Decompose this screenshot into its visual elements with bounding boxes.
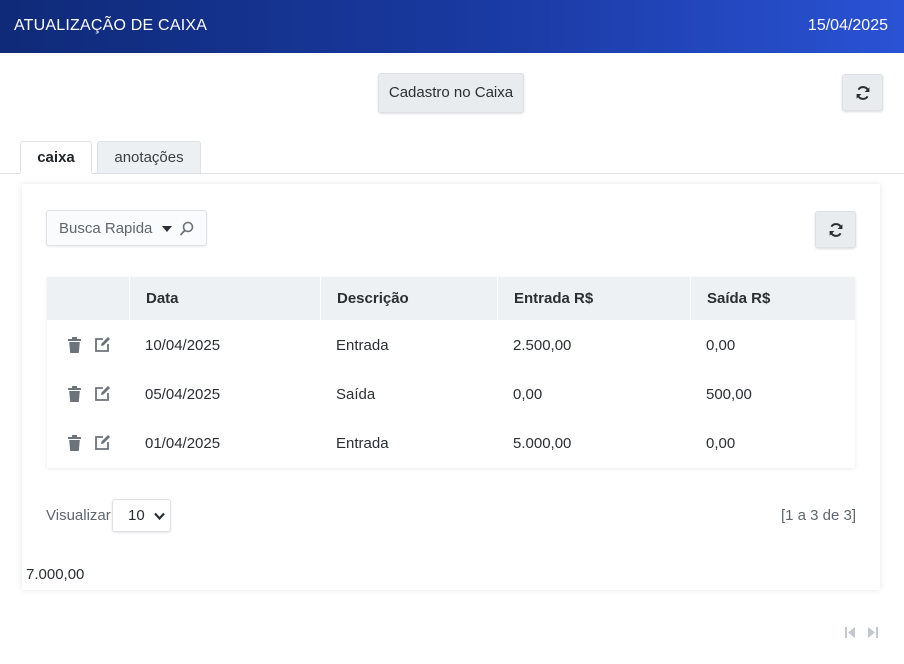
table-row: 10/04/2025 Entrada 2.500,00 0,00 — [47, 320, 855, 369]
refresh-button[interactable] — [842, 74, 883, 111]
column-header-data[interactable]: Data — [129, 277, 320, 320]
table-row: 05/04/2025 Saída 0,00 500,00 — [47, 369, 855, 418]
trash-icon[interactable] — [67, 386, 82, 403]
page-size-value: 10 — [128, 507, 145, 524]
edit-icon[interactable] — [94, 434, 111, 451]
trash-icon[interactable] — [67, 337, 82, 354]
chevron-down-icon — [154, 512, 165, 521]
table-header: Data Descrição Entrada R$ Saída R$ — [47, 277, 855, 320]
total-value: 7.000,00 — [26, 566, 85, 583]
pagination-info: [1 a 3 de 3] — [780, 507, 856, 524]
tab-anotacoes[interactable]: anotações — [97, 141, 201, 174]
cell-data: 05/04/2025 — [145, 386, 221, 403]
app-header: ATUALIZAÇÃO DE CAIXA 15/04/2025 — [0, 0, 904, 53]
refresh-icon — [856, 85, 869, 100]
column-header-entrada[interactable]: Entrada R$ — [497, 277, 690, 320]
table-row: 01/04/2025 Entrada 5.000,00 0,00 — [47, 418, 855, 467]
cell-descricao: Entrada — [336, 435, 389, 452]
header-date: 15/04/2025 — [807, 17, 888, 34]
column-header-saida[interactable]: Saída R$ — [690, 277, 855, 320]
cell-saida: 0,00 — [706, 337, 736, 354]
first-page-icon[interactable] — [844, 626, 856, 639]
search-placeholder: Busca Rapida — [59, 220, 153, 237]
dropdown-caret-icon[interactable] — [162, 226, 172, 232]
cell-descricao: Saída — [336, 386, 376, 403]
refresh-icon — [829, 222, 842, 237]
edit-icon[interactable] — [94, 336, 111, 353]
page-title: ATUALIZAÇÃO DE CAIXA — [14, 17, 208, 34]
quick-search-input[interactable]: Busca Rapida — [46, 210, 207, 246]
column-header-actions — [47, 277, 129, 320]
cell-descricao: Entrada — [336, 337, 389, 354]
page-size-label: Visualizar — [46, 507, 111, 524]
last-page-icon[interactable] — [867, 626, 879, 639]
tab-caixa[interactable]: caixa — [20, 141, 92, 174]
cell-entrada: 5.000,00 — [513, 435, 572, 452]
column-header-descricao[interactable]: Descrição — [320, 277, 497, 320]
table-refresh-button[interactable] — [815, 211, 856, 248]
register-cash-button[interactable]: Cadastro no Caixa — [378, 73, 524, 113]
page-size-select[interactable]: 10 — [112, 499, 171, 532]
cell-data: 10/04/2025 — [145, 337, 221, 354]
cell-entrada: 0,00 — [513, 386, 543, 403]
search-icon[interactable] — [179, 221, 194, 237]
cell-entrada: 2.500,00 — [513, 337, 572, 354]
edit-icon[interactable] — [94, 385, 111, 402]
cell-data: 01/04/2025 — [145, 435, 221, 452]
cell-saida: 0,00 — [706, 435, 736, 452]
trash-icon[interactable] — [67, 435, 82, 452]
cash-table: Data Descrição Entrada R$ Saída R$ 10/04… — [47, 277, 855, 468]
cell-saida: 500,00 — [706, 386, 752, 403]
